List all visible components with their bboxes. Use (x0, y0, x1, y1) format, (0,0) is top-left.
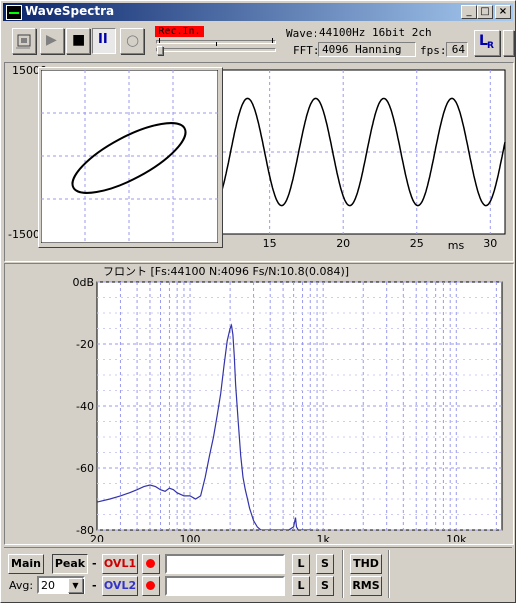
channel-right-glyph: R (487, 41, 494, 51)
rec-in-indicator: Rec.In. (155, 26, 204, 37)
spectrum-panel: フロント [Fs:44100 N:4096 Fs/N:10.8(0.084)] 0… (4, 263, 514, 545)
channel-select-button[interactable]: L R (474, 30, 500, 56)
lissajous-window[interactable] (38, 67, 223, 248)
spectrum-x-tick-label: 20 (90, 533, 104, 542)
waveform-x-axis-label: ms (448, 239, 465, 252)
app-icon (6, 5, 22, 20)
minimize-button[interactable]: _ (461, 5, 477, 19)
spectrum-x-tick-label: 100 (180, 533, 201, 542)
dash-2: - (92, 579, 97, 592)
chevron-down-icon[interactable]: ▼ (68, 578, 83, 593)
waveform-x-tick-label: 25 (410, 237, 424, 250)
peak-button[interactable]: Peak (52, 554, 88, 574)
ovl1-name-field[interactable] (165, 554, 285, 574)
pause-icon: II (98, 32, 108, 47)
ovl1-button[interactable]: OVL1 (102, 554, 138, 574)
ovl1-load-button[interactable]: L (292, 554, 310, 574)
ovl2-hold-button[interactable] (142, 576, 160, 596)
avg-select-value: 20 (41, 579, 55, 592)
record-button[interactable]: ○ (120, 28, 144, 54)
lissajous-chart (41, 70, 218, 243)
spectrum-x-tick-label: 10k (446, 533, 467, 542)
side-scroll-button[interactable] (503, 30, 514, 56)
slider-thumb[interactable] (157, 46, 163, 55)
ovl2-button[interactable]: OVL2 (102, 576, 138, 596)
ovl2-load-button[interactable]: L (292, 576, 310, 596)
divider (388, 550, 390, 598)
stop-button[interactable]: ■ (66, 28, 90, 54)
window-title: WaveSpectra (25, 4, 115, 18)
divider (342, 550, 344, 598)
ovl1-save-button[interactable]: S (316, 554, 334, 574)
fft-label: FFT: (293, 44, 320, 57)
spectrum-chart: フロント [Fs:44100 N:4096 Fs/N:10.8(0.084)] 0… (72, 265, 503, 542)
ovl2-name-field[interactable] (165, 576, 285, 596)
dash-1: - (92, 557, 97, 570)
spectrum-y-tick-label: -20 (76, 338, 94, 351)
waveform-x-tick-label: 20 (336, 237, 350, 250)
title-bar[interactable]: WaveSpectra _ □ × (3, 3, 513, 21)
main-button[interactable]: Main (8, 554, 44, 574)
spectrum-y-tick-label: 0dB (72, 276, 94, 289)
fps-label: fps: (420, 44, 447, 57)
record-dot-icon (146, 581, 155, 590)
pause-button[interactable]: II (92, 28, 116, 54)
ovl2-save-button[interactable]: S (316, 576, 334, 596)
fps-value: 64 (446, 42, 468, 57)
play-button[interactable]: ▶ (40, 28, 64, 54)
settings-button[interactable] (12, 28, 36, 54)
stop-icon: ■ (72, 32, 86, 48)
thd-button[interactable]: THD (350, 554, 382, 574)
ovl1-hold-button[interactable] (142, 554, 160, 574)
spectrum-y-tick-label: -40 (76, 400, 94, 413)
avg-select[interactable]: 20 ▼ (37, 576, 85, 594)
avg-label: Avg: (9, 579, 34, 592)
waveform-x-tick-label: 15 (263, 237, 277, 250)
record-icon: ○ (126, 31, 140, 49)
play-icon: ▶ (46, 32, 57, 48)
spectrum-title: フロント [Fs:44100 N:4096 Fs/N:10.8(0.084)] (103, 265, 349, 278)
wave-format-value: 44100Hz 16bit 2ch (316, 26, 467, 41)
spectrum-y-tick-label: -60 (76, 462, 94, 475)
spectrum-x-tick-label: 1k (316, 533, 330, 542)
rms-button[interactable]: RMS (350, 576, 382, 596)
wave-label: Wave: (286, 27, 320, 40)
device-settings-icon (16, 34, 31, 49)
waveform-x-tick-label: 30 (483, 237, 497, 250)
record-dot-icon (146, 559, 155, 568)
close-button[interactable]: × (495, 5, 511, 19)
maximize-button[interactable]: □ (477, 5, 493, 19)
input-level-slider[interactable] (156, 38, 276, 55)
fft-setting-value: 4096 Hanning (318, 42, 416, 57)
